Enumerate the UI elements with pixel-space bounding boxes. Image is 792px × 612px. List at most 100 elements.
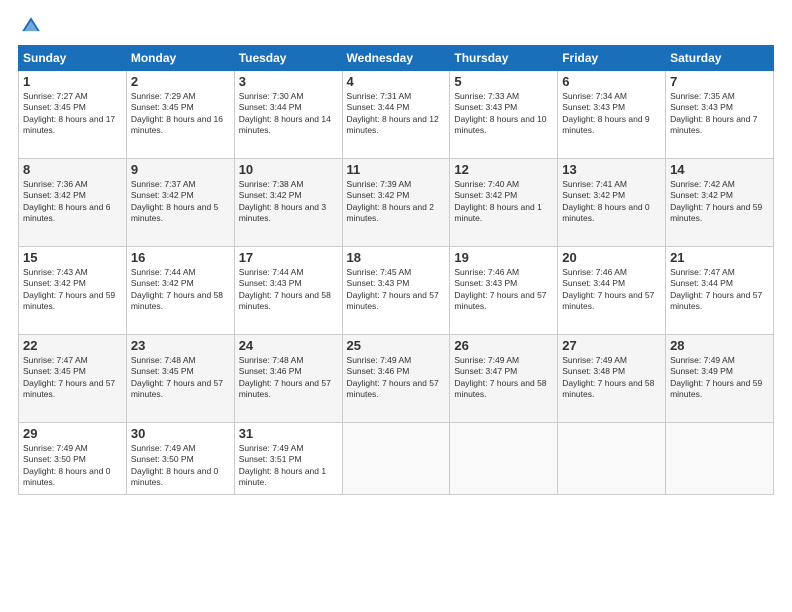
calendar-cell: 12 Sunrise: 7:40 AMSunset: 3:42 PMDayligh… [450, 159, 558, 247]
day-number: 1 [23, 74, 122, 89]
calendar-table: SundayMondayTuesdayWednesdayThursdayFrid… [18, 45, 774, 495]
calendar-cell: 15Sunrise: 7:43 AMSunset: 3:42 PMDayligh… [19, 247, 127, 335]
calendar-cell: 5Sunrise: 7:33 AMSunset: 3:43 PMDaylight… [450, 71, 558, 159]
day-number: 9 [131, 162, 230, 177]
day-number: 13 [562, 162, 661, 177]
calendar-cell: 26 Sunrise: 7:49 AMSunset: 3:47 PMDayligh… [450, 335, 558, 423]
day-number: 18 [347, 250, 446, 265]
day-detail: Sunrise: 7:49 AMSunset: 3:49 PMDaylight:… [670, 355, 769, 401]
calendar-cell: 7 Sunrise: 7:35 AMSunset: 3:43 PMDaylight… [666, 71, 774, 159]
day-number: 16 [131, 250, 230, 265]
calendar-cell: 18 Sunrise: 7:45 AMSunset: 3:43 PMDayligh… [342, 247, 450, 335]
day-detail: Sunrise: 7:48 AMSunset: 3:45 PMDaylight:… [131, 355, 230, 401]
calendar-cell: 14Sunrise: 7:42 AMSunset: 3:42 PMDayligh… [666, 159, 774, 247]
calendar-cell [666, 423, 774, 495]
day-number: 7 [670, 74, 769, 89]
day-detail: Sunrise: 7:36 AMSunset: 3:42 PMDaylight:… [23, 179, 122, 225]
day-detail: Sunrise: 7:46 AMSunset: 3:43 PMDaylight:… [454, 267, 553, 313]
day-number: 17 [239, 250, 338, 265]
day-number: 22 [23, 338, 122, 353]
calendar-cell [450, 423, 558, 495]
calendar-cell: 11 Sunrise: 7:39 AMSunset: 3:42 PMDayligh… [342, 159, 450, 247]
calendar-cell: 2 Sunrise: 7:29 AMSunset: 3:45 PMDaylight… [126, 71, 234, 159]
day-number: 5 [454, 74, 553, 89]
week-row-4: 22 Sunrise: 7:47 AMSunset: 3:45 PMDayligh… [19, 335, 774, 423]
calendar-cell: 4 Sunrise: 7:31 AMSunset: 3:44 PMDaylight… [342, 71, 450, 159]
calendar-cell: 31 Sunrise: 7:49 AMSunset: 3:51 PMDayligh… [234, 423, 342, 495]
weekday-header-sunday: Sunday [19, 46, 127, 71]
calendar-cell: 8 Sunrise: 7:36 AMSunset: 3:42 PMDaylight… [19, 159, 127, 247]
week-row-3: 15Sunrise: 7:43 AMSunset: 3:42 PMDayligh… [19, 247, 774, 335]
day-number: 27 [562, 338, 661, 353]
day-number: 8 [23, 162, 122, 177]
weekday-header-tuesday: Tuesday [234, 46, 342, 71]
day-detail: Sunrise: 7:27 AMSunset: 3:45 PMDaylight:… [23, 91, 122, 137]
day-number: 19 [454, 250, 553, 265]
weekday-header-monday: Monday [126, 46, 234, 71]
day-number: 3 [239, 74, 338, 89]
day-number: 6 [562, 74, 661, 89]
day-number: 15 [23, 250, 122, 265]
day-number: 26 [454, 338, 553, 353]
day-number: 14 [670, 162, 769, 177]
calendar-cell: 28Sunrise: 7:49 AMSunset: 3:49 PMDayligh… [666, 335, 774, 423]
calendar-cell: 19 Sunrise: 7:46 AMSunset: 3:43 PMDayligh… [450, 247, 558, 335]
day-number: 10 [239, 162, 338, 177]
day-number: 4 [347, 74, 446, 89]
calendar-cell: 29 Sunrise: 7:49 AMSunset: 3:50 PMDayligh… [19, 423, 127, 495]
day-detail: Sunrise: 7:40 AMSunset: 3:42 PMDaylight:… [454, 179, 553, 225]
logo-icon [20, 15, 42, 37]
calendar-cell: 9 Sunrise: 7:37 AMSunset: 3:42 PMDaylight… [126, 159, 234, 247]
calendar-cell: 6 Sunrise: 7:34 AMSunset: 3:43 PMDaylight… [558, 71, 666, 159]
week-row-5: 29 Sunrise: 7:49 AMSunset: 3:50 PMDayligh… [19, 423, 774, 495]
day-number: 25 [347, 338, 446, 353]
week-row-1: 1 Sunrise: 7:27 AMSunset: 3:45 PMDaylight… [19, 71, 774, 159]
day-number: 29 [23, 426, 122, 441]
calendar-cell: 23 Sunrise: 7:48 AMSunset: 3:45 PMDayligh… [126, 335, 234, 423]
day-detail: Sunrise: 7:29 AMSunset: 3:45 PMDaylight:… [131, 91, 230, 137]
day-detail: Sunrise: 7:47 AMSunset: 3:44 PMDaylight:… [670, 267, 769, 313]
day-detail: Sunrise: 7:49 AMSunset: 3:47 PMDaylight:… [454, 355, 553, 401]
day-detail: Sunrise: 7:39 AMSunset: 3:42 PMDaylight:… [347, 179, 446, 225]
logo [18, 15, 44, 37]
calendar-cell: 20 Sunrise: 7:46 AMSunset: 3:44 PMDayligh… [558, 247, 666, 335]
day-number: 31 [239, 426, 338, 441]
day-detail: Sunrise: 7:45 AMSunset: 3:43 PMDaylight:… [347, 267, 446, 313]
calendar-cell: 13Sunrise: 7:41 AMSunset: 3:42 PMDayligh… [558, 159, 666, 247]
calendar-cell: 30Sunrise: 7:49 AMSunset: 3:50 PMDayligh… [126, 423, 234, 495]
day-number: 12 [454, 162, 553, 177]
weekday-header-wednesday: Wednesday [342, 46, 450, 71]
day-number: 30 [131, 426, 230, 441]
calendar-cell [558, 423, 666, 495]
day-detail: Sunrise: 7:48 AMSunset: 3:46 PMDaylight:… [239, 355, 338, 401]
day-detail: Sunrise: 7:30 AMSunset: 3:44 PMDaylight:… [239, 91, 338, 137]
day-detail: Sunrise: 7:49 AMSunset: 3:51 PMDaylight:… [239, 443, 338, 489]
day-detail: Sunrise: 7:44 AMSunset: 3:43 PMDaylight:… [239, 267, 338, 313]
day-number: 20 [562, 250, 661, 265]
page: SundayMondayTuesdayWednesdayThursdayFrid… [0, 0, 792, 612]
calendar-cell: 22 Sunrise: 7:47 AMSunset: 3:45 PMDayligh… [19, 335, 127, 423]
day-detail: Sunrise: 7:31 AMSunset: 3:44 PMDaylight:… [347, 91, 446, 137]
calendar-cell [342, 423, 450, 495]
day-detail: Sunrise: 7:47 AMSunset: 3:45 PMDaylight:… [23, 355, 122, 401]
day-detail: Sunrise: 7:49 AMSunset: 3:46 PMDaylight:… [347, 355, 446, 401]
day-detail: Sunrise: 7:46 AMSunset: 3:44 PMDaylight:… [562, 267, 661, 313]
day-number: 23 [131, 338, 230, 353]
day-detail: Sunrise: 7:38 AMSunset: 3:42 PMDaylight:… [239, 179, 338, 225]
weekday-header-saturday: Saturday [666, 46, 774, 71]
day-number: 11 [347, 162, 446, 177]
calendar-cell: 24Sunrise: 7:48 AMSunset: 3:46 PMDayligh… [234, 335, 342, 423]
day-number: 2 [131, 74, 230, 89]
day-detail: Sunrise: 7:35 AMSunset: 3:43 PMDaylight:… [670, 91, 769, 137]
calendar-cell: 17 Sunrise: 7:44 AMSunset: 3:43 PMDayligh… [234, 247, 342, 335]
calendar-cell: 10 Sunrise: 7:38 AMSunset: 3:42 PMDayligh… [234, 159, 342, 247]
day-detail: Sunrise: 7:37 AMSunset: 3:42 PMDaylight:… [131, 179, 230, 225]
day-detail: Sunrise: 7:34 AMSunset: 3:43 PMDaylight:… [562, 91, 661, 137]
calendar-cell: 21Sunrise: 7:47 AMSunset: 3:44 PMDayligh… [666, 247, 774, 335]
week-row-2: 8 Sunrise: 7:36 AMSunset: 3:42 PMDaylight… [19, 159, 774, 247]
calendar-cell: 25 Sunrise: 7:49 AMSunset: 3:46 PMDayligh… [342, 335, 450, 423]
calendar-cell: 1 Sunrise: 7:27 AMSunset: 3:45 PMDaylight… [19, 71, 127, 159]
day-detail: Sunrise: 7:49 AMSunset: 3:50 PMDaylight:… [23, 443, 122, 489]
day-detail: Sunrise: 7:49 AMSunset: 3:48 PMDaylight:… [562, 355, 661, 401]
calendar-cell: 16Sunrise: 7:44 AMSunset: 3:42 PMDayligh… [126, 247, 234, 335]
